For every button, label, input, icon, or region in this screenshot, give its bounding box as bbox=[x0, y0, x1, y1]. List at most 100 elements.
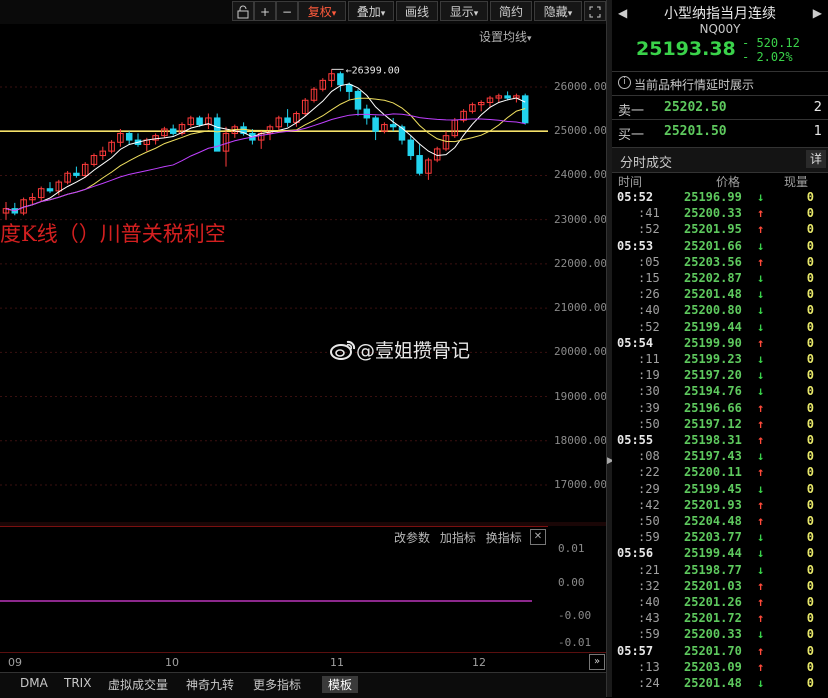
date-axis: 09 10 11 12 » bbox=[0, 652, 606, 673]
tick-time: :42 bbox=[638, 497, 660, 512]
tick-price: 25199.90 bbox=[684, 335, 742, 350]
date-label: 12 bbox=[472, 656, 486, 669]
candle-body bbox=[407, 139, 415, 157]
instrument-name: 小型纳指当月连续 bbox=[664, 6, 776, 22]
arrow-down-icon: ↓ bbox=[757, 481, 765, 496]
tick-price: 25201.95 bbox=[684, 222, 742, 237]
tick-volume: 0 bbox=[806, 303, 814, 318]
tick-row: :59 25200.33 ↓ 0 bbox=[612, 627, 828, 644]
arrow-up-icon: ↑ bbox=[757, 254, 765, 269]
tick-time: :59 bbox=[638, 530, 660, 545]
scroll-right-icon[interactable]: » bbox=[589, 654, 605, 670]
candle-body bbox=[372, 117, 379, 132]
tick-price: 25198.77 bbox=[684, 562, 742, 577]
tab-magic-nine[interactable]: 神奇九转 bbox=[186, 676, 234, 693]
tick-row: :26 25201.48 ↓ 0 bbox=[612, 287, 828, 304]
tab-dma[interactable]: DMA bbox=[20, 676, 48, 690]
tick-volume: 0 bbox=[806, 530, 814, 545]
tab-virtual-volume[interactable]: 虚拟成交量 bbox=[108, 676, 168, 693]
minus-icon[interactable]: − bbox=[276, 1, 298, 21]
plus-icon[interactable]: + bbox=[254, 1, 276, 21]
tick-row: :43 25201.72 ↑ 0 bbox=[612, 611, 828, 628]
detail-button[interactable]: 详 bbox=[806, 150, 826, 168]
instrument-code: NQ00Y bbox=[699, 22, 741, 36]
tick-time: :59 bbox=[638, 627, 660, 642]
tick-time: :11 bbox=[638, 352, 660, 366]
price-axis-tick: 26000.00 bbox=[554, 80, 607, 93]
overlay-button[interactable]: 叠加▾ bbox=[348, 1, 394, 21]
candle-body bbox=[345, 84, 353, 92]
tick-row: :52 25199.44 ↓ 0 bbox=[612, 320, 828, 337]
tab-more-indicators[interactable]: 更多指标 bbox=[253, 676, 301, 693]
tab-template[interactable]: 模板 bbox=[322, 676, 359, 693]
tick-price: 25201.66 bbox=[684, 238, 742, 253]
arrow-down-icon: ↓ bbox=[757, 238, 765, 253]
tick-row: :41 25200.33 ↑ 0 bbox=[612, 206, 828, 223]
tick-price: 25197.43 bbox=[684, 449, 742, 464]
tick-price: 25203.77 bbox=[684, 530, 742, 545]
tick-row: :24 25201.48 ↓ 0 bbox=[612, 676, 828, 693]
arrow-up-icon: ↑ bbox=[757, 465, 765, 480]
tick-row: :05 25203.56 ↑ 0 bbox=[612, 255, 828, 272]
display-button[interactable]: 显示▾ bbox=[440, 1, 488, 21]
ma20-line bbox=[5, 113, 526, 212]
col-price: 价格 bbox=[716, 175, 741, 189]
tick-price: 25199.44 bbox=[684, 319, 742, 334]
tick-time: :50 bbox=[638, 416, 660, 431]
tick-row: :29 25199.45 ↓ 0 bbox=[612, 482, 828, 499]
tick-row: :11 25199.23 ↓ 0 bbox=[612, 352, 828, 369]
tick-price: 25199.44 bbox=[684, 546, 742, 561]
tick-volume: 0 bbox=[806, 190, 814, 204]
tick-row: :52 25201.95 ↑ 0 bbox=[612, 222, 828, 239]
ask-row: 卖一 25202.50 2 bbox=[612, 98, 828, 119]
tick-time: :52 bbox=[638, 222, 660, 237]
candle-body bbox=[363, 108, 371, 119]
ask-volume: 2 bbox=[813, 100, 822, 115]
arrow-down-icon: ↓ bbox=[757, 546, 765, 561]
col-volume: 现量 bbox=[784, 175, 809, 189]
fuquan-button[interactable]: 复权▾ bbox=[298, 1, 346, 21]
indicator-tabs: DMA TRIX 虚拟成交量 神奇九转 更多指标 模板 bbox=[0, 672, 606, 698]
tick-row: :59 25203.77 ↓ 0 bbox=[612, 530, 828, 547]
arrow-down-icon: ↓ bbox=[757, 627, 765, 642]
simple-button[interactable]: 简约 bbox=[490, 1, 532, 21]
price-axis-tick: 21000.00 bbox=[554, 301, 607, 315]
tick-volume: 0 bbox=[806, 676, 814, 690]
candle-body bbox=[46, 188, 54, 192]
price-axis-tick: 20000.00 bbox=[554, 345, 607, 359]
price-change-pct: - 2.02% bbox=[742, 50, 793, 64]
tick-row: :13 25203.09 ↑ 0 bbox=[612, 660, 828, 677]
date-label: 10 bbox=[165, 656, 179, 669]
ask-label: 卖一 bbox=[618, 104, 645, 119]
hide-button[interactable]: 隐藏▾ bbox=[534, 1, 582, 21]
lock-icon[interactable] bbox=[232, 1, 254, 21]
tick-row: 05:52 25196.99 ↓ 0 bbox=[612, 190, 828, 207]
tick-price: 25200.11 bbox=[684, 465, 742, 480]
delay-notice-text: 当前品种行情延时展示 bbox=[634, 78, 755, 92]
fullscreen-icon[interactable] bbox=[584, 1, 606, 21]
arrow-down-icon: ↓ bbox=[757, 190, 765, 204]
tab-trix[interactable]: TRIX bbox=[64, 676, 91, 690]
tick-price: 25197.20 bbox=[684, 368, 742, 383]
tick-price: 25196.66 bbox=[684, 400, 742, 415]
arrow-up-icon: ↑ bbox=[757, 497, 765, 512]
tick-price: 25201.93 bbox=[684, 497, 742, 512]
tick-row: :15 25202.87 ↓ 0 bbox=[612, 271, 828, 288]
tick-row: 05:56 25199.44 ↓ 0 bbox=[612, 546, 828, 563]
candle-body bbox=[354, 90, 362, 110]
arrow-up-icon: ↑ bbox=[757, 416, 765, 431]
draw-line-button[interactable]: 画线 bbox=[396, 1, 438, 21]
candlestick-chart[interactable]: ←26399.00 bbox=[0, 24, 548, 522]
arrow-up-icon: ↑ bbox=[757, 335, 765, 350]
sub-axis-tick: 0.01 bbox=[558, 542, 585, 555]
tick-volume: 0 bbox=[806, 271, 814, 285]
price-axis-tick: 18000.00 bbox=[554, 433, 607, 447]
arrow-down-icon: ↓ bbox=[757, 319, 765, 334]
indicator-chart[interactable] bbox=[0, 526, 548, 653]
tick-row: :40 25201.26 ↑ 0 bbox=[612, 595, 828, 612]
tick-price: 25201.48 bbox=[684, 676, 742, 690]
sub-axis-tick: -0.01 bbox=[558, 636, 592, 649]
tick-row: :42 25201.93 ↑ 0 bbox=[612, 498, 828, 515]
tick-time: :40 bbox=[638, 303, 660, 318]
tick-time: :21 bbox=[638, 562, 660, 577]
